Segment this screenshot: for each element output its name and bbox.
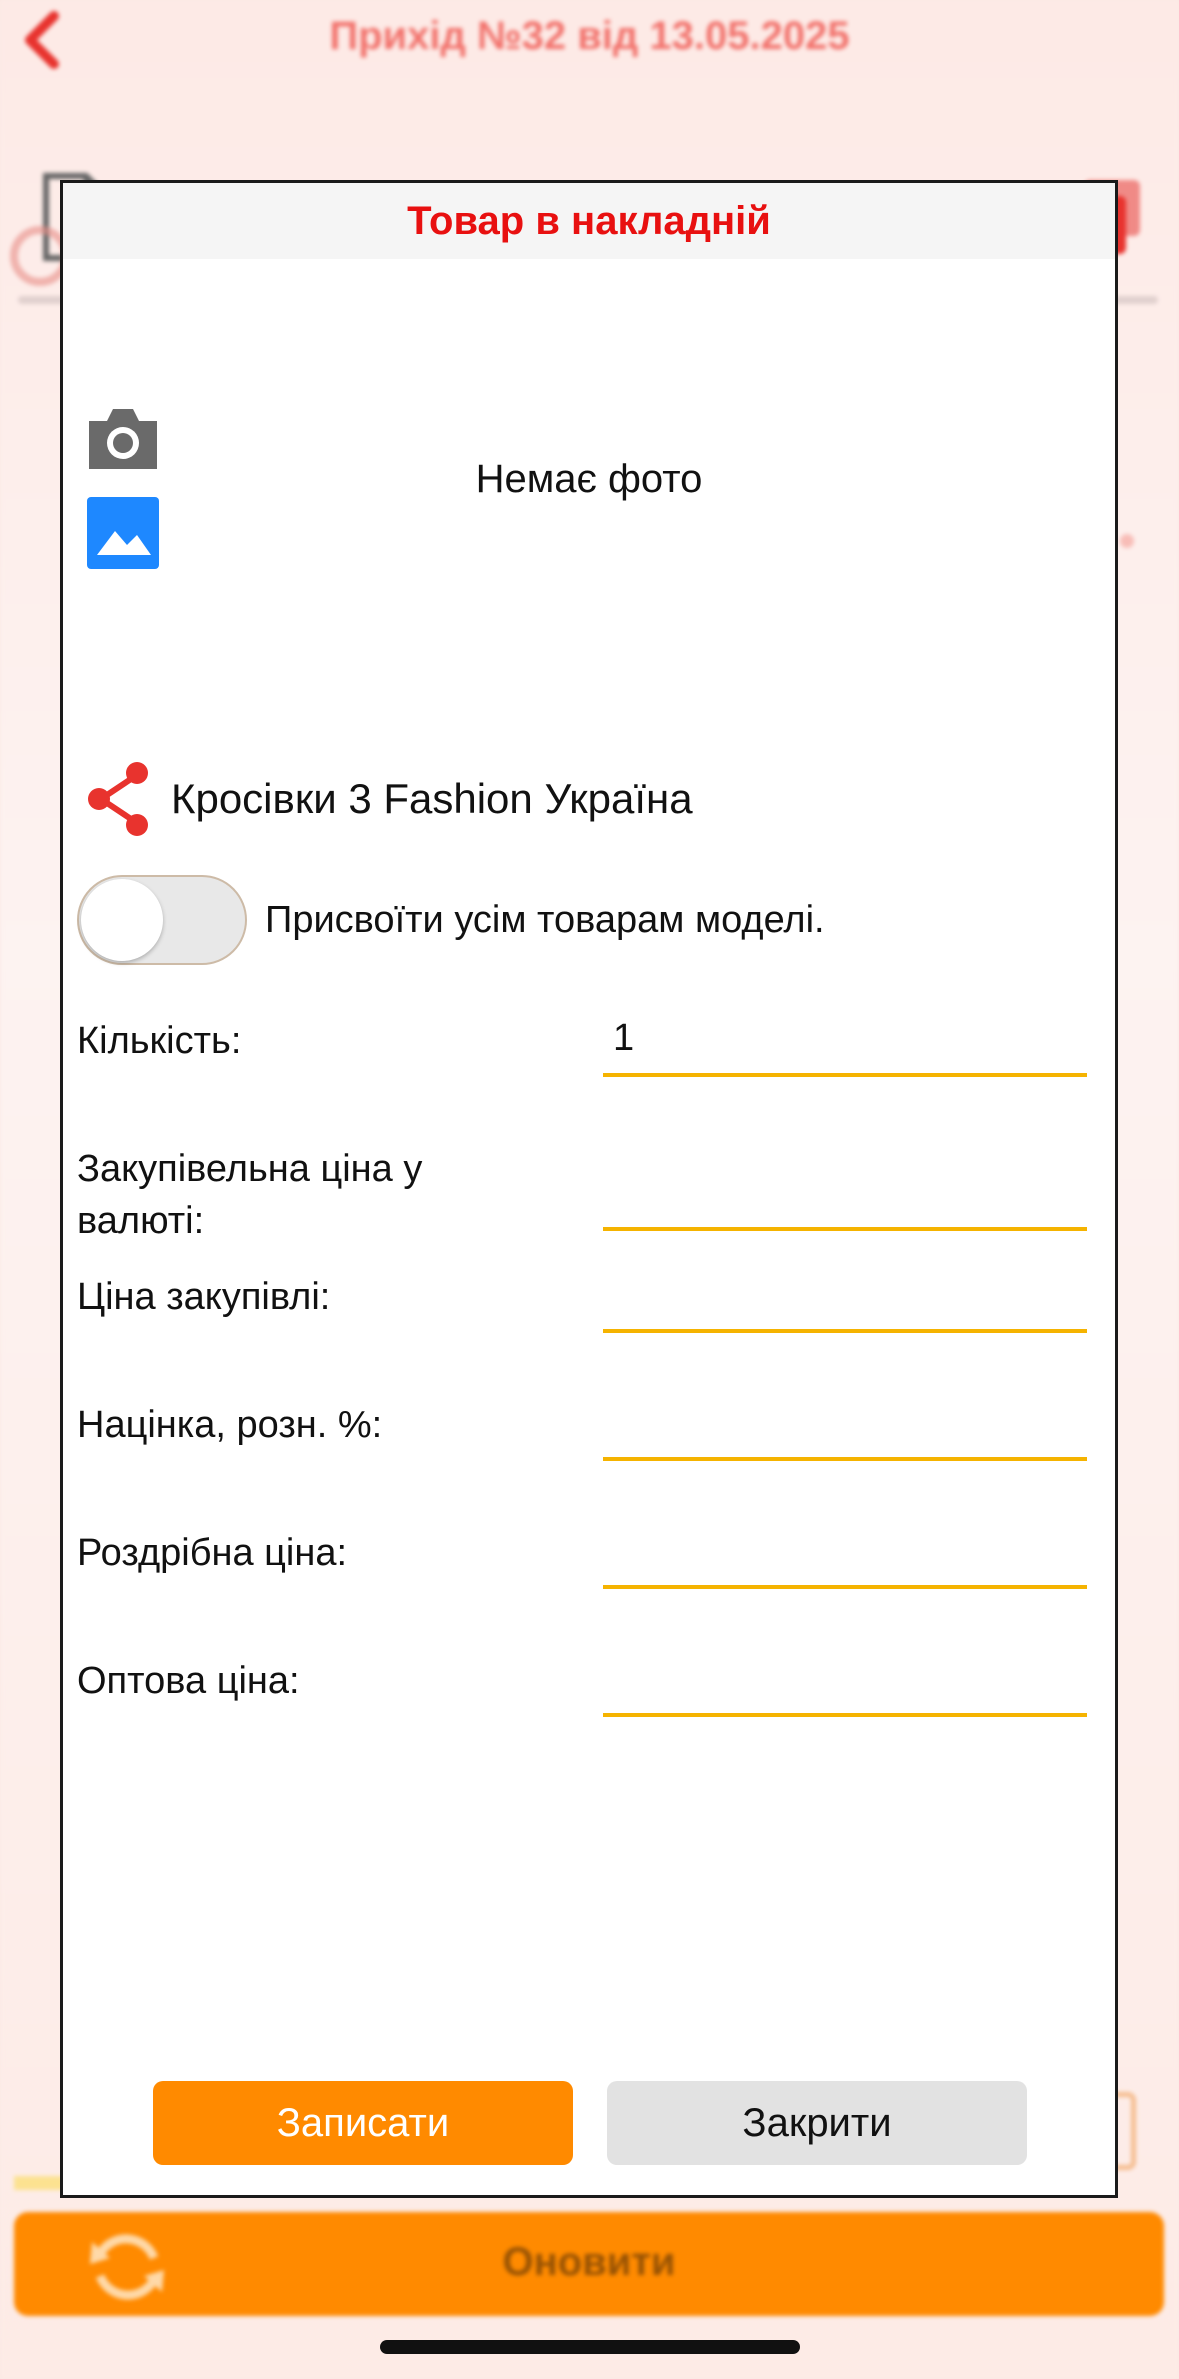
retail-markup-input[interactable] (603, 1387, 1087, 1461)
home-indicator[interactable] (380, 2340, 800, 2354)
purchase-price-input[interactable] (603, 1259, 1087, 1333)
apply-all-toggle[interactable] (77, 875, 247, 965)
purchase-price-currency-input[interactable] (603, 1157, 1087, 1231)
field-label: Кількість: (77, 1020, 242, 1062)
share-icon[interactable] (85, 761, 153, 837)
field-purchase-price: Ціна закупівлі: (77, 1259, 1107, 1387)
indicator-dot (1120, 534, 1134, 548)
field-wholesale-price: Оптова ціна: (77, 1643, 1107, 1771)
quantity-input[interactable] (603, 1003, 1087, 1077)
image-icon[interactable] (85, 495, 161, 571)
field-quantity: Кількість: (77, 1003, 1107, 1131)
app-header: Прихід №32 від 13.05.2025 (0, 0, 1179, 80)
product-name: Кросівки 3 Fashion Україна (171, 775, 693, 822)
refresh-label: Оновити (502, 2240, 676, 2284)
field-retail-price: Роздрібна ціна: (77, 1515, 1107, 1643)
dialog-title: Товар в накладній (407, 198, 771, 243)
photo-area: Немає фото (63, 403, 1115, 583)
field-retail-markup: Націнка, розн. %: (77, 1387, 1107, 1515)
product-dialog: Товар в накладній Немає фото Кросівки 3 … (60, 180, 1118, 2198)
field-purchase-price-currency: Закупівельна ціна у валюті: (77, 1131, 1107, 1259)
retail-price-input[interactable] (603, 1515, 1087, 1589)
field-label: Закупівельна ціна у валюті: (77, 1148, 423, 1242)
close-button[interactable]: Закрити (607, 2081, 1027, 2165)
apply-all-row: Присвоїти усім товарам моделі. (77, 875, 825, 965)
product-row: Кросівки 3 Fashion Україна (85, 759, 693, 839)
field-label: Оптова ціна: (77, 1660, 300, 1702)
wholesale-price-input[interactable] (603, 1643, 1087, 1717)
toolbar (0, 80, 1179, 261)
toggle-knob (81, 879, 163, 961)
refresh-button[interactable]: Оновити (14, 2212, 1164, 2316)
field-label: Ціна закупівлі: (77, 1276, 331, 1318)
field-label: Націнка, розн. %: (77, 1404, 383, 1446)
no-photo-text: Немає фото (475, 457, 703, 501)
save-button[interactable]: Записати (153, 2081, 573, 2165)
field-label: Роздрібна ціна: (77, 1532, 348, 1574)
dialog-header: Товар в накладній (63, 183, 1115, 259)
apply-all-label: Присвоїти усім товарам моделі. (265, 898, 825, 941)
page-title: Прихід №32 від 13.05.2025 (329, 14, 850, 58)
price-fields: Кількість: Закупівельна ціна у валюті: Ц… (77, 1003, 1107, 1771)
